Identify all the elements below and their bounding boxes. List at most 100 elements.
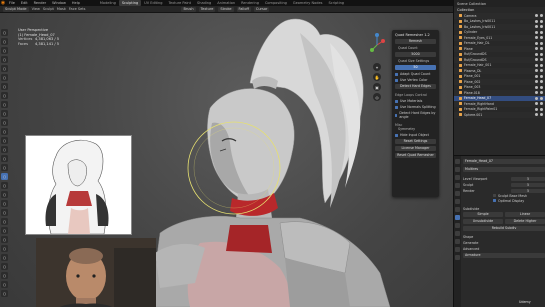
- outliner-row[interactable]: Sphere.001: [454, 112, 545, 118]
- draw-face-sets-icon[interactable]: ○: [1, 272, 8, 279]
- adapt-quad-count-checkbox[interactable]: Adapt Quad Count: [395, 72, 436, 76]
- scrape-brush-icon[interactable]: ○: [1, 137, 8, 144]
- slide-relax-icon[interactable]: ○: [1, 227, 8, 234]
- armature-modifier-field[interactable]: Armature: [463, 252, 545, 258]
- camera-render-icon[interactable]: [540, 30, 543, 34]
- nudge-brush-icon[interactable]: ○: [1, 209, 8, 216]
- menu-view[interactable]: View: [32, 7, 40, 11]
- camera-render-icon[interactable]: [540, 14, 543, 18]
- draw-sharp-brush-icon[interactable]: ○: [1, 38, 8, 45]
- physics-tab-icon[interactable]: [455, 231, 460, 236]
- reference-image[interactable]: [25, 135, 132, 235]
- camera-render-icon[interactable]: [540, 107, 543, 111]
- camera-render-icon[interactable]: [540, 25, 543, 29]
- pinch-brush-icon[interactable]: ○: [1, 155, 8, 162]
- box-mask-icon[interactable]: ○: [1, 281, 8, 288]
- brush-dropdown[interactable]: Brush: [181, 6, 196, 12]
- linear-subdivide-button[interactable]: Linear: [505, 212, 545, 217]
- smooth-brush-icon[interactable]: ○: [1, 110, 8, 117]
- optimal-display-checkbox[interactable]: Optimal Display: [498, 199, 524, 203]
- stroke-dropdown[interactable]: Stroke: [218, 6, 234, 12]
- menu-sculpt[interactable]: Sculpt: [43, 7, 54, 11]
- camera-render-icon[interactable]: [540, 19, 543, 23]
- draw-brush-icon[interactable]: ○: [1, 29, 8, 36]
- camera-render-icon[interactable]: [540, 113, 543, 117]
- multiplane-scrape-icon[interactable]: ○: [1, 146, 8, 153]
- sculpt-level-value[interactable]: 5: [511, 182, 545, 187]
- detect-hard-edges-angle-checkbox[interactable]: Detect Hard Edges by angle: [395, 111, 436, 119]
- delete-higher-button[interactable]: Delete Higher: [505, 219, 545, 224]
- world-tab-icon[interactable]: [455, 199, 460, 204]
- menu-edit[interactable]: Edit: [18, 1, 31, 5]
- thumb-brush-icon[interactable]: ○: [1, 191, 8, 198]
- menu-window[interactable]: Window: [49, 1, 69, 5]
- camera-render-icon[interactable]: [540, 52, 543, 56]
- falloff-dropdown[interactable]: Falloff: [236, 6, 251, 12]
- camera-render-icon[interactable]: [540, 63, 543, 67]
- render-tab-icon[interactable]: [455, 167, 460, 172]
- tool-tab-icon[interactable]: [455, 159, 460, 164]
- reset-settings-button[interactable]: Reset Settings: [395, 139, 436, 144]
- license-manager-button[interactable]: License Manager: [395, 146, 436, 151]
- inflate-brush-icon[interactable]: ○: [1, 83, 8, 90]
- flatten-brush-icon[interactable]: ○: [1, 119, 8, 126]
- camera-render-icon[interactable]: [540, 80, 543, 84]
- use-materials-checkbox[interactable]: Use Materials: [395, 99, 436, 103]
- eye-icon[interactable]: [535, 69, 538, 73]
- adaptive-size-field[interactable]: 50: [395, 65, 436, 70]
- rotate-brush-icon[interactable]: ○: [1, 218, 8, 225]
- hide-input-object-checkbox[interactable]: Hide Input Object: [395, 133, 436, 137]
- eye-icon[interactable]: [535, 36, 538, 40]
- fill-brush-icon[interactable]: ○: [1, 128, 8, 135]
- simple-subdivide-button[interactable]: Simple: [463, 212, 503, 217]
- reset-quad-remesher-button[interactable]: Reset Quad Remesher: [395, 153, 436, 158]
- menu-mask[interactable]: Mask: [57, 7, 66, 11]
- pose-brush-icon[interactable]: ○: [1, 200, 8, 207]
- eye-icon[interactable]: [535, 74, 538, 78]
- eye-icon[interactable]: [535, 19, 538, 23]
- menu-help[interactable]: Help: [69, 1, 83, 5]
- eye-icon[interactable]: [535, 52, 538, 56]
- remesh-button[interactable]: Remesh: [395, 39, 436, 44]
- eye-icon[interactable]: [535, 96, 538, 100]
- camera-render-icon[interactable]: [540, 85, 543, 89]
- camera-render-icon[interactable]: [540, 91, 543, 95]
- constraints-tab-icon[interactable]: [455, 239, 460, 244]
- eye-icon[interactable]: [535, 113, 538, 117]
- menu-render[interactable]: Render: [31, 1, 49, 5]
- blob-brush-icon[interactable]: ○: [1, 92, 8, 99]
- crease-brush-icon[interactable]: ○: [1, 101, 8, 108]
- level-viewport-value[interactable]: 5: [511, 176, 545, 181]
- pan-hand-icon[interactable]: ✋: [373, 73, 381, 81]
- camera-render-icon[interactable]: [540, 47, 543, 51]
- data-tab-icon[interactable]: [455, 247, 460, 252]
- camera-view-icon[interactable]: ▣: [373, 83, 381, 91]
- perspective-toggle-icon[interactable]: ◎: [373, 93, 381, 101]
- mode-selector[interactable]: Sculpt Mode: [3, 6, 29, 12]
- camera-render-icon[interactable]: [540, 74, 543, 78]
- material-tab-icon[interactable]: [455, 255, 460, 260]
- eye-icon[interactable]: [535, 14, 538, 18]
- quad-count-field[interactable]: 5000: [395, 52, 436, 57]
- eye-icon[interactable]: [535, 102, 538, 106]
- view-layer-tab-icon[interactable]: [455, 183, 460, 188]
- transform-icon[interactable]: ○: [1, 290, 8, 297]
- elastic-deform-icon[interactable]: ○: [1, 173, 8, 180]
- modifier-name-field[interactable]: Multires: [463, 166, 545, 172]
- eye-icon[interactable]: [535, 91, 538, 95]
- texture-dropdown[interactable]: Texture: [198, 6, 216, 12]
- clay-strips-brush-icon[interactable]: ○: [1, 56, 8, 63]
- camera-render-icon[interactable]: [540, 102, 543, 106]
- rebuild-subdiv-button[interactable]: Rebuild Subdiv: [463, 226, 545, 231]
- camera-render-icon[interactable]: [540, 58, 543, 62]
- eye-icon[interactable]: [535, 58, 538, 62]
- eye-icon[interactable]: [535, 25, 538, 29]
- cursor-dropdown[interactable]: Cursor: [253, 6, 270, 12]
- eye-icon[interactable]: [535, 107, 538, 111]
- eye-icon[interactable]: [535, 47, 538, 51]
- camera-render-icon[interactable]: [540, 69, 543, 73]
- scene-tab-icon[interactable]: [455, 191, 460, 196]
- object-tab-icon[interactable]: [455, 207, 460, 212]
- menu-face-sets[interactable]: Face Sets: [69, 7, 86, 11]
- object-name-field[interactable]: Female_Head_07: [463, 158, 545, 164]
